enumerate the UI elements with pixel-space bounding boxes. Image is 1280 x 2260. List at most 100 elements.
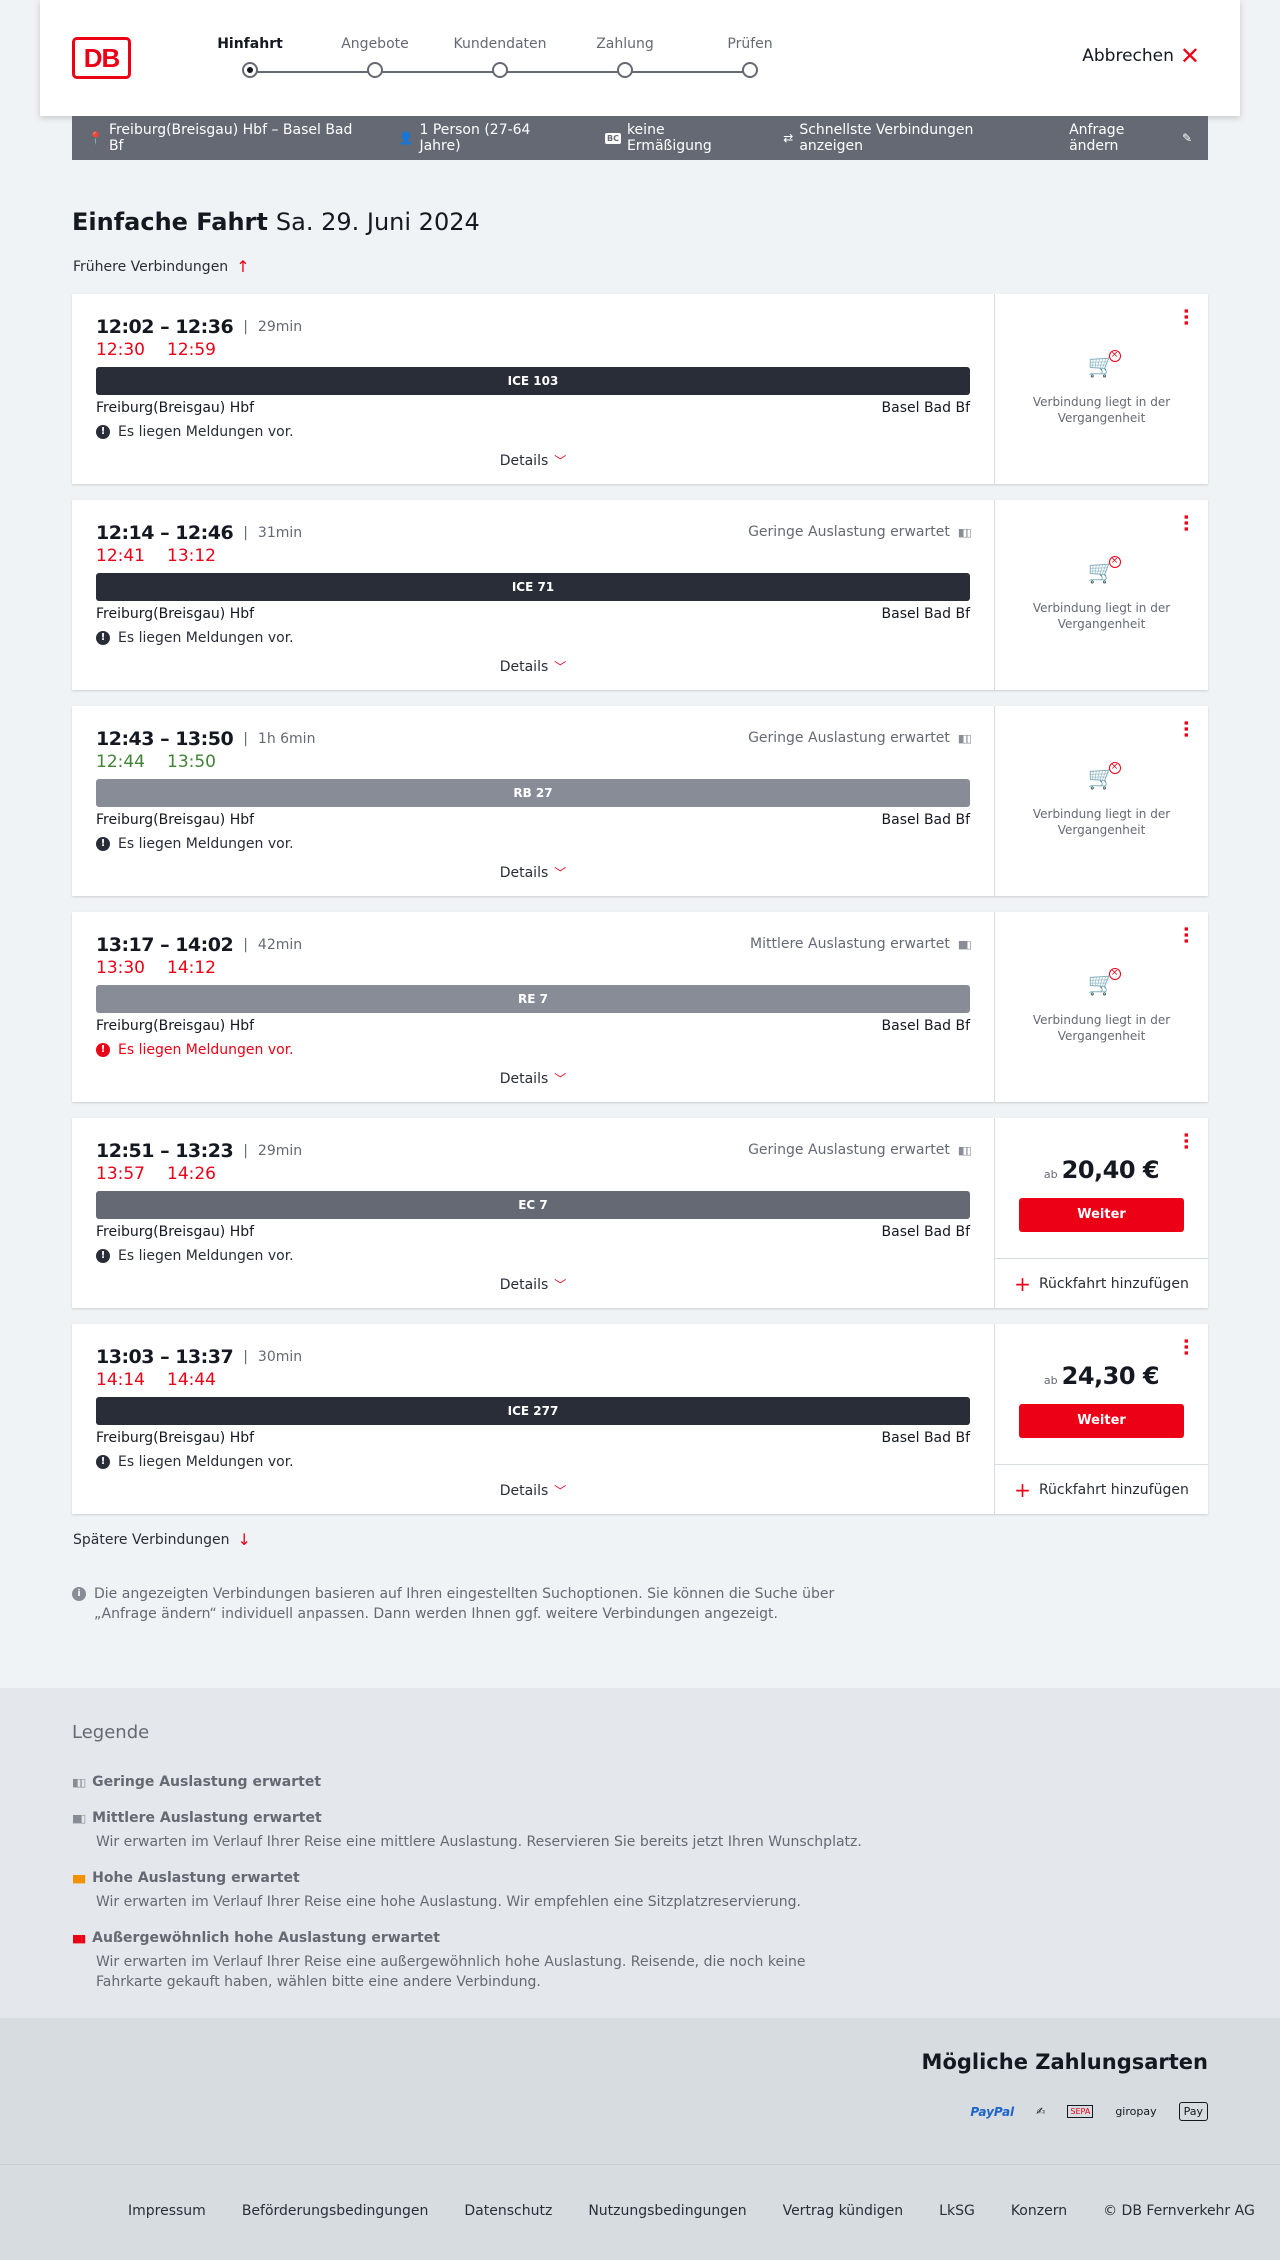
train-bar[interactable]: EC 7 xyxy=(96,1191,970,1219)
arrival-station: Basel Bad Bf xyxy=(881,606,970,622)
price: ab 20,40 € xyxy=(1043,1156,1160,1184)
chevron-down-icon: ﹀ xyxy=(554,1484,567,1498)
footer-copyright: © DB Fernverkehr AG xyxy=(1103,2203,1255,2219)
info-text: Die angezeigten Verbindungen basieren au… xyxy=(94,1586,835,1622)
occupancy-indicator: Geringe Auslastung erwartet ▮▯▯ xyxy=(748,524,972,540)
arrival-station: Basel Bad Bf xyxy=(881,1018,970,1034)
more-options-icon[interactable]: ⋯ xyxy=(1175,926,1196,944)
occupancy-indicator: Mittlere Auslastung erwartet ▮▮▯ xyxy=(750,936,972,952)
step-kundendaten[interactable]: Kundendaten xyxy=(430,34,570,78)
details-toggle[interactable]: Details ﹀ xyxy=(96,1070,970,1087)
step-zahlung[interactable]: Zahlung xyxy=(555,34,695,78)
departure-station: Freiburg(Breisgau) Hbf xyxy=(96,1430,255,1446)
credit-card-icon: ✍ xyxy=(1036,2105,1046,2118)
footer: Impressum Beförderungsbedingungen Datens… xyxy=(0,2164,1280,2260)
apple-pay-icon: Pay xyxy=(1178,2102,1208,2121)
payment-title: Mögliche Zahlungsarten xyxy=(921,2050,1208,2074)
legend-title: Legende xyxy=(72,1722,150,1743)
arrival-station: Basel Bad Bf xyxy=(881,1224,970,1240)
more-options-icon[interactable]: ⋯ xyxy=(1175,308,1196,326)
occupancy-indicator: Geringe Auslastung erwartet ▮▯▯ xyxy=(748,730,972,746)
occupancy-low-icon: ▮▯▯ xyxy=(72,1775,86,1789)
chevron-down-icon: ﹀ xyxy=(554,866,567,880)
connection-card[interactable]: 13:17 – 14:02 | 42min 13:30 14:12 Mittlere … xyxy=(72,912,1208,1102)
footer-link-konzern[interactable]: Konzern xyxy=(1011,2203,1067,2219)
step-pruefen[interactable]: Prüfen xyxy=(680,34,820,78)
footer-link-impressum[interactable]: Impressum xyxy=(128,2203,206,2219)
messages-notice: ! Es liegen Meldungen vor. xyxy=(96,630,294,646)
train-bar[interactable]: ICE 277 xyxy=(96,1397,970,1425)
footer-link-befoerderungsbedingungen[interactable]: Beförderungsbedingungen xyxy=(242,2203,429,2219)
chevron-down-icon: ﹀ xyxy=(554,660,567,674)
arrival-station: Basel Bad Bf xyxy=(881,400,970,416)
step-angebote[interactable]: Angebote xyxy=(305,34,445,78)
details-toggle[interactable]: Details ﹀ xyxy=(96,1276,970,1293)
connection-times: 12:02 – 12:36 | 29min xyxy=(96,316,303,338)
more-options-icon[interactable]: ⋯ xyxy=(1175,1338,1196,1356)
train-bar[interactable]: RE 7 xyxy=(96,985,970,1013)
connection-times: 12:14 – 12:46 | 31min xyxy=(96,522,303,544)
fastest-toggle[interactable]: ⇄ Schnellste Verbindungen anzeigen xyxy=(783,122,1037,154)
chevron-down-icon: ﹀ xyxy=(554,1278,567,1292)
plus-icon: + xyxy=(1014,1271,1031,1296)
footer-link-lksg[interactable]: LkSG xyxy=(939,2203,975,2219)
details-toggle[interactable]: Details ﹀ xyxy=(96,452,970,469)
next-button[interactable]: Weiter xyxy=(1019,1198,1184,1232)
chevron-down-icon: ﹀ xyxy=(554,1072,567,1086)
past-connection-notice: 🛒 × Verbindung liegt in der Vergangenheit xyxy=(1032,556,1171,631)
train-bar[interactable]: ICE 103 xyxy=(96,367,970,395)
step-dot xyxy=(492,62,508,78)
realtime-times: 12:44 13:50 xyxy=(96,752,216,772)
details-toggle[interactable]: Details ﹀ xyxy=(96,1482,970,1499)
departure-station: Freiburg(Breisgau) Hbf xyxy=(96,400,255,416)
bahncard-icon: BC xyxy=(604,132,621,144)
step-dot xyxy=(742,62,758,78)
earlier-connections-link[interactable]: Frühere Verbindungen ↑ xyxy=(73,257,250,276)
db-logo[interactable]: DB xyxy=(72,37,131,79)
connection-card[interactable]: 12:51 – 13:23 | 29min 13:57 14:26 Geringe A… xyxy=(72,1118,1208,1308)
step-hinfahrt[interactable]: Hinfahrt xyxy=(180,34,320,78)
location-pin-icon: 📍 xyxy=(88,131,103,145)
more-options-icon[interactable]: ⋯ xyxy=(1175,514,1196,532)
occupancy-low-icon: ▮▯▯ xyxy=(957,731,972,745)
footer-link-datenschutz[interactable]: Datenschutz xyxy=(464,2203,552,2219)
occupancy-high-icon: ▮▮▮ xyxy=(72,1871,86,1885)
search-summary-bar: 📍 Freiburg(Breisgau) Hbf – Basel Bad Bf 👤… xyxy=(72,116,1208,160)
train-bar[interactable]: ICE 71 xyxy=(96,573,970,601)
duration: 31min xyxy=(257,525,303,541)
connection-card[interactable]: 12:02 – 12:36 | 29min 12:30 12:59 ICE 103 F… xyxy=(72,294,1208,484)
realtime-times: 12:41 13:12 xyxy=(96,546,216,566)
later-connections-link[interactable]: Spätere Verbindungen ↓ xyxy=(73,1530,251,1549)
progress-steps: Hinfahrt Angebote Kundendaten Zahlung Pr… xyxy=(180,34,820,84)
cart-unavailable-icon: 🛒 × xyxy=(1087,350,1121,380)
route-summary: 📍 Freiburg(Breisgau) Hbf – Basel Bad Bf xyxy=(88,122,353,154)
connection-card[interactable]: 12:14 – 12:46 | 31min 12:41 13:12 Geringe A… xyxy=(72,500,1208,690)
legend-item-low: ▮▯▯ Geringe Auslastung erwartet xyxy=(72,1774,322,1790)
footer-link-vertrag-kuendigen[interactable]: Vertrag kündigen xyxy=(783,2203,904,2219)
details-toggle[interactable]: Details ﹀ xyxy=(96,658,970,675)
footer-link-nutzungsbedingungen[interactable]: Nutzungsbedingungen xyxy=(588,2203,746,2219)
connection-card[interactable]: 12:43 – 13:50 | 1h 6min 12:44 13:50 Geringe… xyxy=(72,706,1208,896)
next-button[interactable]: Weiter xyxy=(1019,1404,1184,1438)
details-toggle[interactable]: Details ﹀ xyxy=(96,864,970,881)
header: DB Hinfahrt Angebote Kundendaten Zahlung… xyxy=(40,0,1240,116)
duration: 1h 6min xyxy=(257,731,316,747)
step-dot xyxy=(367,62,383,78)
chevron-down-icon: ﹀ xyxy=(554,454,567,468)
more-options-icon[interactable]: ⋯ xyxy=(1175,720,1196,738)
change-request-button[interactable]: Anfrage ändern ✎ xyxy=(1069,122,1192,154)
alert-icon: ! xyxy=(96,1043,110,1057)
more-options-icon[interactable]: ⋯ xyxy=(1175,1132,1196,1150)
occupancy-low-icon: ▮▯▯ xyxy=(957,525,972,539)
add-return-trip-button[interactable]: + Rückfahrt hinzufügen xyxy=(995,1464,1208,1514)
offer-panel: ⋯ 🛒 × Verbindung liegt in der Vergangenhe… xyxy=(995,294,1208,484)
step-dot xyxy=(242,62,258,78)
connection-times: 12:51 – 13:23 | 29min xyxy=(96,1140,303,1162)
realtime-times: 12:30 12:59 xyxy=(96,340,216,360)
cancel-button[interactable]: Abbrechen ✕ xyxy=(1082,44,1200,68)
connection-card[interactable]: 13:03 – 13:37 | 30min 14:14 14:44 ICE 277 F… xyxy=(72,1324,1208,1514)
arrival-station: Basel Bad Bf xyxy=(881,1430,970,1446)
train-bar[interactable]: RB 27 xyxy=(96,779,970,807)
add-return-trip-button[interactable]: + Rückfahrt hinzufügen xyxy=(995,1258,1208,1308)
step-dot xyxy=(617,62,633,78)
